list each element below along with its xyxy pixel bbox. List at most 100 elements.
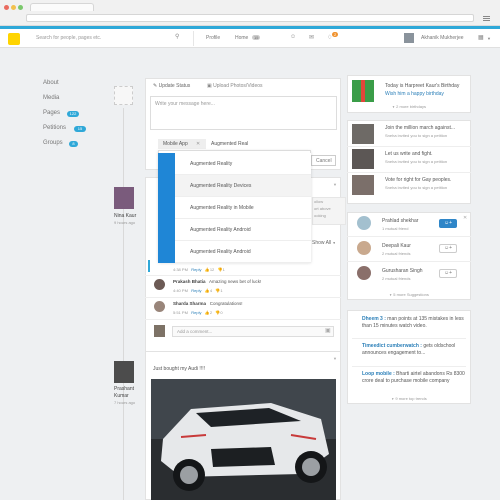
sidebar-item-about[interactable]: About [43, 80, 59, 86]
address-bar[interactable] [26, 14, 474, 22]
autocomplete-option[interactable]: Augmented Reality [158, 153, 311, 175]
add-friend-button-active[interactable]: ☺+ [439, 219, 457, 228]
cancel-label: Cancel [316, 158, 332, 164]
user-name[interactable]: Akhanik Mukherjee [421, 35, 464, 41]
comment-text: Amazing news bet of luck! [209, 279, 262, 284]
autocomplete-option[interactable]: Augmented Reality Android [158, 241, 311, 263]
autocomplete-option[interactable]: Augmented Reality in Mobile [158, 197, 311, 219]
search-icon[interactable]: ⚲ [175, 33, 179, 40]
commenter-avatar[interactable] [154, 279, 165, 290]
suggestion-name[interactable]: Gurusharan Singh [382, 268, 423, 274]
reply-link[interactable]: Reply [191, 267, 201, 272]
close-suggestions-icon[interactable]: ✕ [463, 215, 467, 221]
suggestion-avatar[interactable] [357, 241, 371, 255]
more-suggestions-label: 5 more Suggestions [393, 292, 429, 297]
dislike-count: 1 [220, 288, 223, 293]
dislike-count: 1 [222, 267, 225, 272]
more-trends-link[interactable]: ▼ 9 more top trends [347, 396, 471, 401]
upload-photos-label: Upload Photos/Videos [213, 83, 263, 89]
suggestion-avatar[interactable] [357, 266, 371, 280]
comment-body: Sharda Sharma Congratulations! [173, 301, 243, 306]
hidden-text-3: ooking [314, 213, 326, 218]
browser-menu-icon[interactable] [483, 16, 490, 17]
autocomplete-option[interactable]: Augmented Reality Android [158, 219, 311, 241]
trend-item[interactable]: Dheem 3 : man points at 135 mistakes in … [362, 316, 466, 330]
nav-profile-link[interactable]: Profile [206, 35, 220, 41]
attach-photo-icon[interactable]: ▣ [325, 327, 331, 334]
upload-photos-tab[interactable]: ▣ Upload Photos/Videos [207, 83, 263, 89]
commenter-name[interactable]: Sharda Sharma [173, 301, 206, 306]
friends-icon[interactable]: ☺ [290, 34, 296, 40]
messages-icon[interactable]: ✉ [309, 34, 314, 41]
chevron-down-icon: ▼ [392, 105, 396, 109]
user-avatar[interactable] [404, 33, 414, 43]
commenter-avatar[interactable] [154, 301, 165, 312]
remove-chip-icon[interactable]: ✕ [196, 141, 200, 147]
post-photo[interactable] [151, 379, 336, 500]
update-status-tab[interactable]: ✎ Update Status [153, 83, 190, 89]
add-user-icon: ☺+ [443, 245, 453, 251]
maximize-window-icon[interactable] [18, 5, 23, 10]
more-suggestions-link[interactable]: ▼ 5 more Suggestions [347, 292, 471, 297]
option-label: Augmented Reality Android [190, 249, 251, 255]
suggestion-avatar[interactable] [357, 216, 371, 230]
autocomplete-option-highlighted[interactable]: Augmented Reality Devices [158, 175, 311, 197]
divider [145, 297, 341, 298]
author-avatar-prashant[interactable] [114, 361, 134, 383]
petition-title[interactable]: Vote for right for Gay peoples. [385, 177, 451, 183]
author-name[interactable]: Prashant Kumar [114, 386, 138, 400]
comment-meta: 4:38 PM Reply 👍12 👎1 [173, 267, 225, 272]
show-all-label: Show All [312, 240, 332, 246]
trend-tag[interactable]: Timeedict cumberwatch : [362, 343, 422, 349]
divider [347, 236, 471, 237]
divider [347, 261, 471, 262]
commenter-name[interactable]: Prakash Bhatia [173, 279, 206, 284]
trend-item[interactable]: Timeedict cumberwatch : gets oldschool a… [362, 343, 466, 357]
divider [193, 31, 194, 46]
apps-grid-icon[interactable]: ▦ [478, 34, 484, 41]
reply-link[interactable]: Reply [191, 310, 201, 315]
author-name[interactable]: Nina Kaur [114, 213, 136, 219]
sidebar-item-media[interactable]: Media [43, 95, 59, 101]
reply-link[interactable]: Reply [191, 288, 201, 293]
author-avatar-nina[interactable] [114, 187, 134, 209]
suggestion-name[interactable]: Prahlad shekhar [382, 218, 418, 224]
petitions-count-badge: 15 [74, 126, 86, 132]
divider [145, 275, 341, 276]
petition-sub: Sneha invited you to sign a petition [385, 159, 448, 164]
post-time: 9 hours ago [114, 220, 136, 225]
search-input[interactable]: Search for people, pages etc. [36, 35, 101, 41]
suggestion-mutual: 2 mutual friends [382, 276, 411, 281]
trend-tag[interactable]: Dheem 3 : [362, 316, 386, 322]
divider [347, 146, 471, 147]
add-user-icon: ☺+ [443, 270, 453, 276]
site-logo[interactable] [8, 33, 20, 45]
post-options-icon[interactable]: ▼ [333, 182, 337, 187]
nav-home-link[interactable]: Home [235, 35, 248, 41]
birthday-wish-link[interactable]: Wish him a happy birthday [385, 91, 444, 97]
like-count: 2 [209, 310, 213, 315]
sidebar-item-groups[interactable]: Groups [43, 140, 63, 146]
petition-title[interactable]: Let us write and fight. [385, 151, 433, 157]
add-friend-button[interactable]: ☺+ [439, 244, 457, 253]
sidebar-item-pages[interactable]: Pages [43, 110, 60, 116]
trend-tag[interactable]: Loop mobile : [362, 371, 395, 377]
petition-title[interactable]: Join the million march against... [385, 125, 455, 131]
sidebar-item-petitions[interactable]: Petitions [43, 125, 66, 131]
chevron-down-icon[interactable]: ▼ [487, 36, 491, 41]
more-birthdays-link[interactable]: ▼ 2 more birthdays [347, 104, 471, 109]
tag-search-input[interactable]: Augmented Real [211, 141, 248, 147]
chevron-down-icon: ▼ [391, 397, 395, 401]
minimize-window-icon[interactable] [11, 5, 16, 10]
browser-tab[interactable] [30, 3, 94, 11]
post-options-icon[interactable]: ▼ [333, 356, 337, 361]
current-user-avatar [154, 325, 165, 337]
show-all-link[interactable]: Show All ▼ [312, 240, 336, 246]
comment-placeholder: Add a comment... [177, 329, 213, 334]
add-friend-button[interactable]: ☺+ [439, 269, 457, 278]
close-window-icon[interactable] [4, 5, 9, 10]
option-label: Augmented Reality Devices [190, 183, 252, 189]
chevron-down-icon: ▼ [389, 293, 393, 297]
suggestion-name[interactable]: Deepali Kaur [382, 243, 411, 249]
trend-item[interactable]: Loop mobile : Bharti airtel abandons Rs … [362, 371, 466, 385]
